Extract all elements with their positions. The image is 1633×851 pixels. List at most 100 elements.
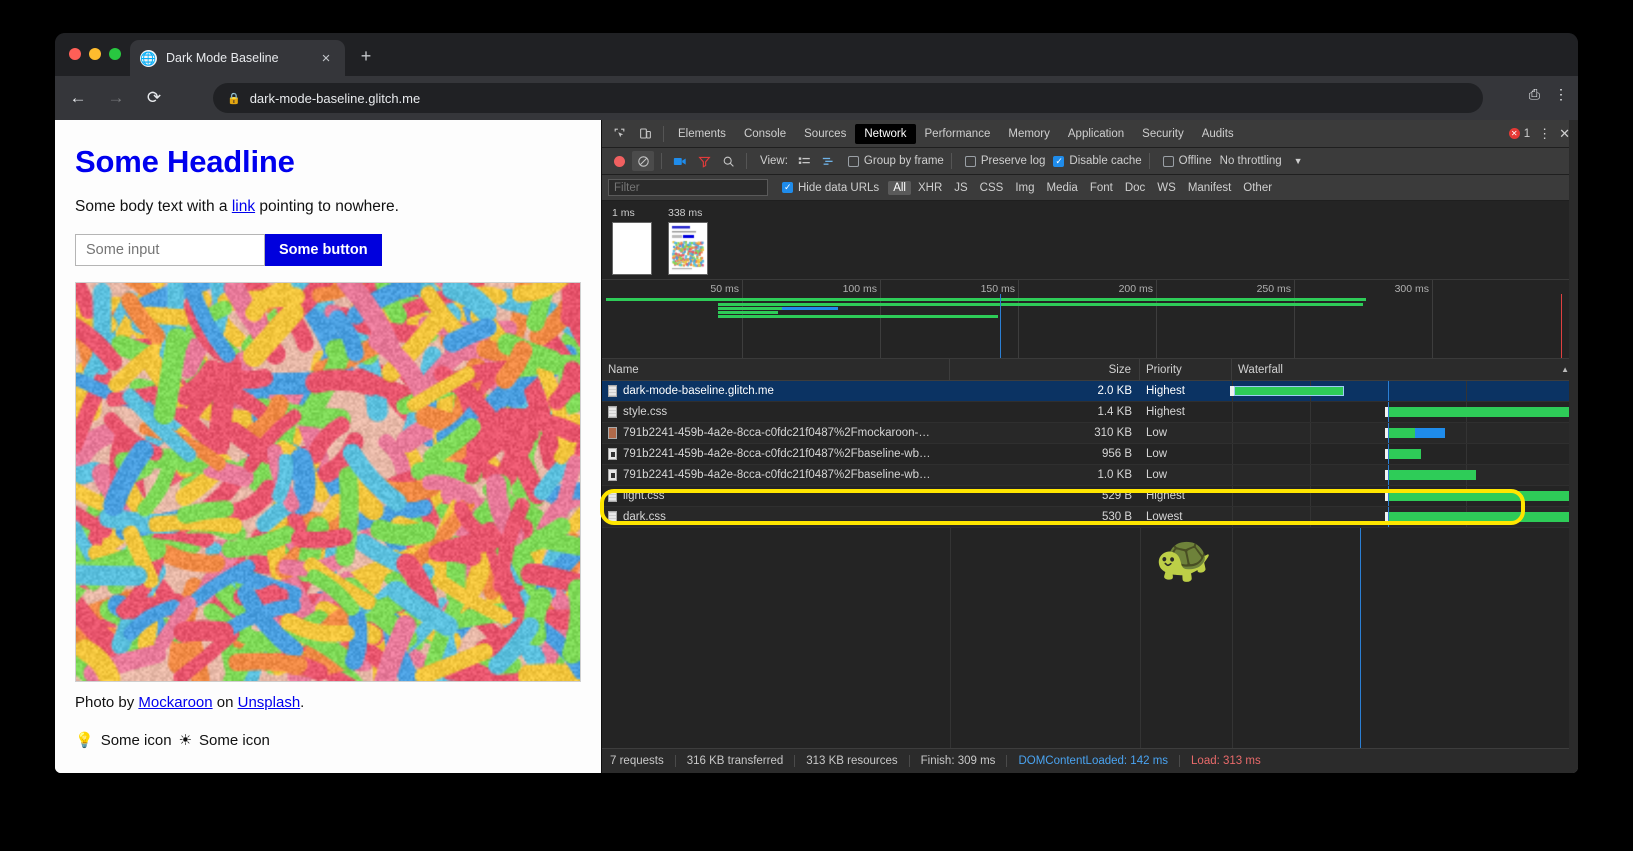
doc-icon (608, 385, 617, 397)
status-finish: Finish: 309 ms (910, 755, 1008, 767)
cell-waterfall (1232, 486, 1578, 506)
request-rows: dark-mode-baseline.glitch.me2.0 KBHighes… (602, 381, 1578, 528)
clear-button[interactable] (632, 151, 654, 171)
devtools-menu-icon[interactable]: ⋮ (1538, 127, 1551, 140)
filter-type-other[interactable]: Other (1238, 181, 1277, 195)
table-row[interactable]: dark.css530 BLowest (602, 507, 1578, 528)
table-row[interactable]: 791b2241-459b-4a2e-8cca-c0fdc21f0487%2Fb… (602, 444, 1578, 465)
device-toolbar-icon[interactable] (632, 122, 658, 146)
cell-waterfall (1232, 381, 1578, 401)
filter-type-xhr[interactable]: XHR (913, 181, 947, 195)
filter-type-media[interactable]: Media (1042, 181, 1083, 195)
devtools-tab-security[interactable]: Security (1133, 124, 1193, 144)
checkbox-box-checked (1053, 156, 1064, 167)
some-button[interactable]: Some button (265, 234, 382, 266)
waterfall-download-segment (1415, 428, 1444, 438)
close-tab-icon[interactable]: × (317, 51, 335, 66)
group-by-frame-label: Group by frame (864, 155, 944, 167)
disable-cache-checkbox[interactable]: Disable cache (1053, 155, 1141, 167)
timeline-tick-label: 150 ms (981, 283, 1015, 295)
toolbar-divider-2 (661, 153, 662, 169)
photo-credit: Photo by Mockaroon on Unsplash. (75, 694, 581, 711)
minimize-window-button[interactable] (89, 48, 101, 60)
column-header-waterfall[interactable]: Waterfall ▲ (1232, 359, 1578, 380)
browser-tab[interactable]: 🌐 Dark Mode Baseline × (130, 40, 345, 76)
devtools-tab-performance[interactable]: Performance (916, 124, 1000, 144)
error-badge[interactable]: ✕ 1 (1509, 128, 1530, 140)
body-link[interactable]: link (232, 198, 255, 215)
capture-screenshots-button[interactable] (669, 151, 691, 171)
filter-button[interactable] (693, 151, 715, 171)
table-scrollbar[interactable] (1569, 120, 1578, 773)
network-toolbar: View: Group by frame Preserve log (602, 148, 1578, 175)
hide-data-urls-checkbox[interactable]: Hide data URLs (782, 182, 879, 194)
new-tab-button[interactable]: + (355, 47, 377, 65)
search-button[interactable] (717, 151, 739, 171)
filmstrip-frame[interactable]: 338 ms (668, 207, 708, 275)
column-header-priority[interactable]: Priority (1140, 359, 1232, 380)
cell-size: 956 B (950, 444, 1140, 464)
tab-title: Dark Mode Baseline (166, 51, 317, 65)
icon-label-1: Some icon (101, 732, 172, 749)
status-requests: 7 requests (610, 755, 676, 767)
filter-type-js[interactable]: JS (949, 181, 972, 195)
record-button[interactable] (608, 151, 630, 171)
browser-menu-icon[interactable]: ⋮ (1554, 86, 1568, 103)
filter-input[interactable] (608, 179, 768, 196)
address-bar[interactable]: 🔒 dark-mode-baseline.glitch.me (213, 83, 1483, 113)
table-row[interactable]: dark-mode-baseline.glitch.me2.0 KBHighes… (602, 381, 1578, 402)
cell-waterfall (1232, 402, 1578, 422)
column-header-name[interactable]: Name (602, 359, 950, 380)
close-window-button[interactable] (69, 48, 81, 60)
table-row[interactable]: 791b2241-459b-4a2e-8cca-c0fdc21f0487%2Fm… (602, 423, 1578, 444)
list-view-button[interactable] (794, 151, 816, 171)
url-text: dark-mode-baseline.glitch.me (250, 91, 421, 106)
column-header-size[interactable]: Size (950, 359, 1140, 380)
filter-type-doc[interactable]: Doc (1120, 181, 1150, 195)
devtools-tab-elements[interactable]: Elements (669, 124, 735, 144)
filter-type-all[interactable]: All (888, 181, 911, 195)
credit-prefix: Photo by (75, 694, 138, 711)
filmstrip-thumbnail-blank (612, 222, 652, 275)
some-input[interactable] (75, 234, 265, 266)
filter-type-ws[interactable]: WS (1152, 181, 1181, 195)
credit-link-unsplash[interactable]: Unsplash (238, 694, 301, 711)
filter-type-img[interactable]: Img (1010, 181, 1039, 195)
forward-button[interactable]: → (101, 83, 131, 113)
filmstrip: 1 ms 338 ms (602, 201, 1578, 280)
table-row[interactable]: light.css529 BHighest (602, 486, 1578, 507)
maximize-window-button[interactable] (109, 48, 121, 60)
profile-icon[interactable]: ⎙ (1529, 86, 1540, 103)
back-button[interactable]: ← (63, 83, 93, 113)
throttling-value[interactable]: No throttling (1220, 155, 1282, 167)
credit-link-mockaroon[interactable]: Mockaroon (138, 694, 212, 711)
devtools-tab-console[interactable]: Console (735, 124, 795, 144)
network-timeline-overview[interactable]: 50 ms 100 ms 150 ms 200 ms 250 ms 300 ms (602, 280, 1578, 359)
group-by-frame-checkbox[interactable]: Group by frame (848, 155, 944, 167)
preserve-log-checkbox[interactable]: Preserve log (965, 155, 1046, 167)
omnibox-actions: ⎙ ⋮ (1529, 86, 1568, 103)
request-name: dark.css (623, 511, 666, 523)
inspect-element-icon[interactable] (606, 122, 632, 146)
table-row[interactable]: 791b2241-459b-4a2e-8cca-c0fdc21f0487%2Fb… (602, 465, 1578, 486)
cell-size: 1.4 KB (950, 402, 1140, 422)
filter-type-css[interactable]: CSS (975, 181, 1009, 195)
cell-name: 791b2241-459b-4a2e-8cca-c0fdc21f0487%2Fb… (602, 444, 950, 464)
offline-checkbox[interactable]: Offline (1163, 155, 1212, 167)
filmstrip-frame[interactable]: 1 ms (612, 207, 652, 275)
reload-button[interactable]: ⟳ (139, 83, 169, 113)
devtools-tab-memory[interactable]: Memory (999, 124, 1059, 144)
lock-icon: 🔒 (227, 92, 241, 105)
devtools-tab-network[interactable]: Network (855, 124, 915, 144)
waterfall-view-button[interactable] (818, 151, 840, 171)
filmstrip-time: 1 ms (612, 207, 652, 219)
window-controls[interactable] (69, 48, 121, 60)
filter-type-font[interactable]: Font (1085, 181, 1118, 195)
table-row[interactable]: style.css1.4 KBHighest (602, 402, 1578, 423)
devtools-tab-audits[interactable]: Audits (1193, 124, 1243, 144)
devtools-tab-sources[interactable]: Sources (795, 124, 855, 144)
chevron-down-icon[interactable]: ▼ (1294, 156, 1303, 166)
devtools-tab-application[interactable]: Application (1059, 124, 1133, 144)
checkbox-box (848, 156, 859, 167)
filter-type-manifest[interactable]: Manifest (1183, 181, 1236, 195)
